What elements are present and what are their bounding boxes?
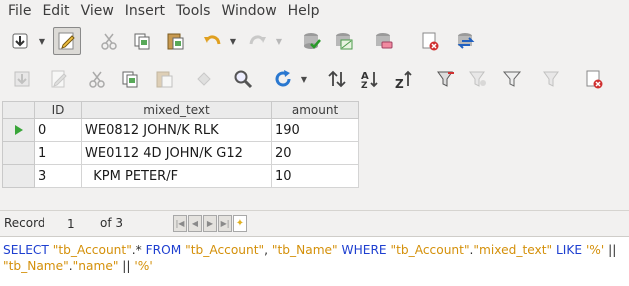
form-filter-icon[interactable] bbox=[540, 67, 564, 91]
last-record-icon[interactable]: ▶| bbox=[218, 215, 232, 232]
sql-token: || bbox=[604, 243, 621, 257]
cell-amount[interactable]: 190 bbox=[271, 118, 359, 142]
table-row[interactable]: 0 WE0812 JOHN/K RLK 190 bbox=[2, 118, 359, 142]
menu-bar: File Edit View Insert Tools Window Help bbox=[0, 0, 629, 22]
cell-id[interactable]: 1 bbox=[34, 141, 82, 165]
sql-token: "name" bbox=[72, 259, 119, 273]
new-record-icon[interactable]: ✦ bbox=[233, 215, 247, 232]
cell-id[interactable]: 0 bbox=[34, 118, 82, 142]
record-number-input[interactable] bbox=[44, 214, 96, 233]
sort-icon[interactable] bbox=[325, 67, 349, 91]
database-check-icon[interactable] bbox=[300, 29, 324, 53]
paste-special-icon[interactable] bbox=[192, 67, 216, 91]
paste-icon[interactable] bbox=[163, 29, 187, 53]
sql-token: "tb_Name" bbox=[271, 243, 342, 257]
table-design-icon[interactable] bbox=[332, 29, 356, 53]
menu-window[interactable]: Window bbox=[216, 1, 282, 21]
column-header-amount[interactable]: amount bbox=[271, 101, 359, 119]
sql-token: '%' bbox=[585, 243, 605, 257]
cell-amount[interactable]: 20 bbox=[271, 141, 359, 165]
pencil-edit-icon[interactable] bbox=[53, 27, 81, 55]
database-exchange-icon[interactable] bbox=[454, 29, 478, 53]
sql-token: "tb_Account" bbox=[390, 243, 470, 257]
sql-token: "tb_Account" bbox=[185, 243, 265, 257]
sql-token: '%' bbox=[134, 259, 153, 273]
data-grid: ID mixed_text amount 0 WE0812 JOHN/K RLK… bbox=[2, 101, 359, 188]
delete-record-icon[interactable] bbox=[418, 29, 442, 53]
paste-icon[interactable] bbox=[152, 67, 176, 91]
standard-toolbar: ▼ ▼ ▼ bbox=[0, 24, 629, 58]
column-header-mixed-text[interactable]: mixed_text bbox=[81, 101, 272, 119]
form-toolbar: ▼ AZ Z bbox=[0, 61, 629, 95]
redo-icon[interactable] bbox=[246, 29, 270, 53]
data-grid-area: ID mixed_text amount 0 WE0812 JOHN/K RLK… bbox=[0, 100, 629, 210]
grid-header-row: ID mixed_text amount bbox=[2, 101, 359, 119]
menu-file[interactable]: File bbox=[3, 1, 37, 21]
menu-view[interactable]: View bbox=[76, 1, 120, 21]
sql-token: || bbox=[118, 259, 135, 273]
record-navigation-bar: Record of 3 |◀ ◀ ▶ ▶| ✦ bbox=[0, 210, 629, 236]
sort-descending-icon[interactable]: Z bbox=[392, 67, 416, 91]
svg-text:Z: Z bbox=[361, 81, 368, 89]
sql-token: FROM bbox=[145, 243, 186, 257]
sql-token: LIKE bbox=[556, 243, 586, 257]
copy-icon[interactable] bbox=[118, 67, 142, 91]
table-row[interactable]: 3 KPM PETER/F 10 bbox=[2, 164, 359, 188]
sort-ascending-icon[interactable]: AZ bbox=[358, 67, 382, 91]
sql-token: "tb_Account" bbox=[52, 243, 132, 257]
row-selector[interactable] bbox=[2, 141, 35, 165]
refresh-icon[interactable] bbox=[271, 67, 295, 91]
sql-token: .* bbox=[131, 243, 146, 257]
sql-token: WHERE bbox=[341, 243, 391, 257]
chevron-down-icon[interactable]: ▼ bbox=[38, 29, 46, 53]
record-count-label: of 3 bbox=[100, 216, 124, 230]
autofilter-icon[interactable] bbox=[434, 67, 458, 91]
row-selector-header[interactable] bbox=[2, 101, 35, 119]
previous-record-icon[interactable]: ◀ bbox=[188, 215, 202, 232]
record-label: Record bbox=[4, 216, 46, 230]
cell-mixed-text[interactable]: WE0112 4D JOHN/K G12 bbox=[81, 141, 272, 165]
menu-edit[interactable]: Edit bbox=[37, 1, 75, 21]
cell-mixed-text[interactable]: KPM PETER/F bbox=[81, 164, 272, 188]
chevron-down-icon[interactable]: ▼ bbox=[275, 29, 283, 53]
edit-record-icon[interactable] bbox=[47, 67, 71, 91]
search-icon[interactable] bbox=[231, 67, 255, 91]
first-record-icon[interactable]: |◀ bbox=[173, 215, 187, 232]
database-erase-icon[interactable] bbox=[372, 29, 396, 53]
menu-help[interactable]: Help bbox=[283, 1, 326, 21]
cell-id[interactable]: 3 bbox=[34, 164, 82, 188]
cell-amount[interactable]: 10 bbox=[271, 164, 359, 188]
cell-mixed-text[interactable]: WE0812 JOHN/K RLK bbox=[81, 118, 272, 142]
save-record-icon[interactable] bbox=[10, 67, 34, 91]
menu-tools[interactable]: Tools bbox=[171, 1, 217, 21]
undo-icon[interactable] bbox=[200, 29, 224, 53]
menu-insert[interactable]: Insert bbox=[120, 1, 171, 21]
current-row-icon bbox=[14, 125, 23, 135]
svg-text:Z: Z bbox=[395, 77, 404, 89]
row-selector[interactable] bbox=[2, 164, 35, 188]
sql-token: , bbox=[264, 243, 272, 257]
remove-filter-icon[interactable] bbox=[500, 67, 524, 91]
download-arrow-icon[interactable] bbox=[8, 29, 32, 53]
table-row[interactable]: 1 WE0112 4D JOHN/K G12 20 bbox=[2, 141, 359, 165]
delete-record-icon[interactable] bbox=[582, 67, 606, 91]
cut-icon[interactable] bbox=[97, 29, 121, 53]
standard-filter-icon[interactable] bbox=[466, 67, 490, 91]
sql-statement: SELECT "tb_Account".* FROM "tb_Account",… bbox=[0, 236, 629, 286]
next-record-icon[interactable]: ▶ bbox=[203, 215, 217, 232]
sql-token: "mixed_text" bbox=[473, 243, 556, 257]
chevron-down-icon[interactable]: ▼ bbox=[229, 29, 237, 53]
cut-icon[interactable] bbox=[85, 67, 109, 91]
chevron-down-icon[interactable]: ▼ bbox=[300, 67, 308, 91]
sql-token: "tb_Name" bbox=[3, 259, 69, 273]
column-header-id[interactable]: ID bbox=[34, 101, 82, 119]
sql-token: SELECT bbox=[3, 243, 53, 257]
row-selector[interactable] bbox=[2, 118, 35, 142]
copy-icon[interactable] bbox=[130, 29, 154, 53]
